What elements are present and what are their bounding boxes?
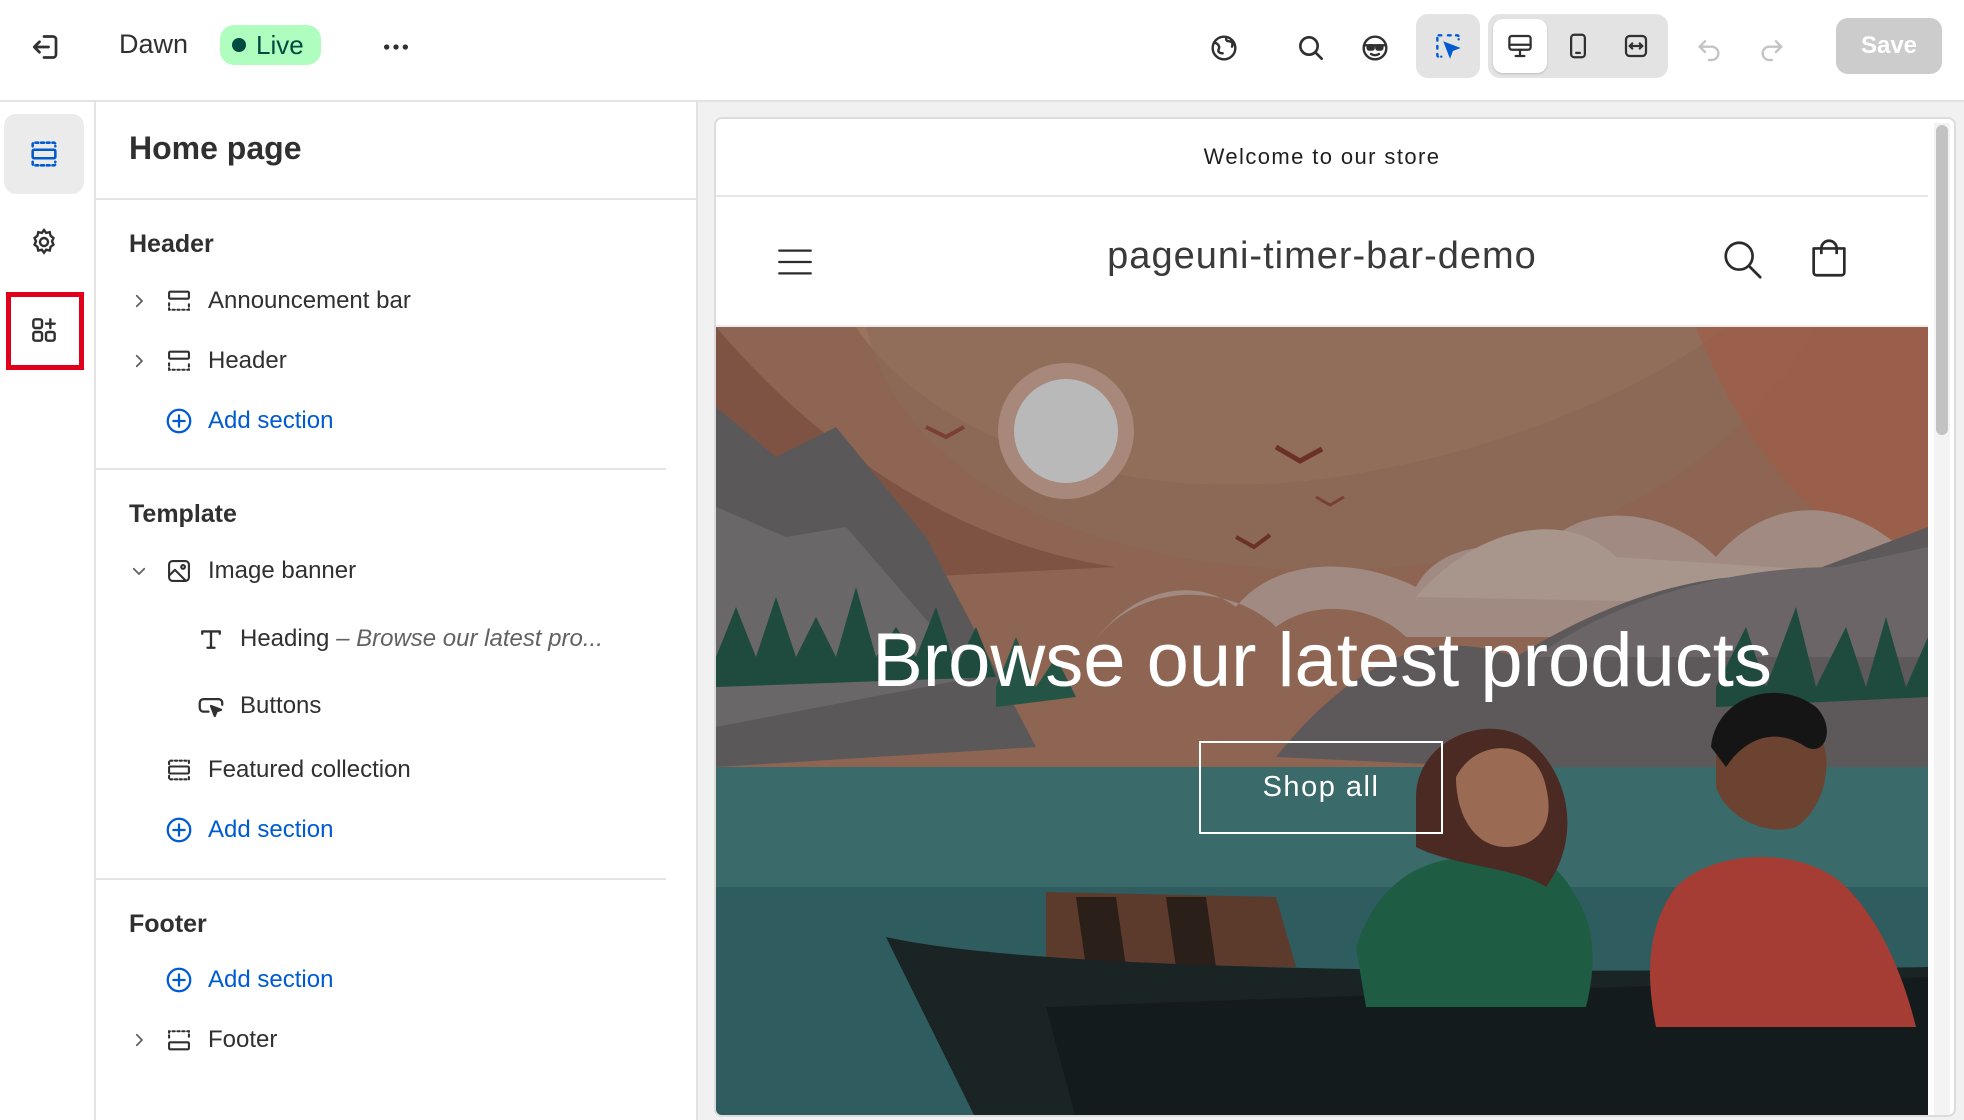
- tree-item-header[interactable]: Header: [96, 334, 676, 388]
- tree-item-announcement-bar[interactable]: Announcement bar: [96, 274, 676, 328]
- exit-icon: [32, 35, 58, 59]
- status-badge: Live: [220, 25, 321, 65]
- redo-icon: [1761, 40, 1783, 62]
- chevron-right-icon[interactable]: [128, 1029, 150, 1051]
- select-cursor-icon: [1436, 34, 1461, 59]
- divider: [96, 468, 666, 470]
- heading-block-preview: – Browse our latest pro...: [336, 625, 603, 652]
- add-section-label: Add section: [208, 407, 334, 434]
- scrollbar-thumb[interactable]: [1936, 125, 1948, 435]
- shop-all-button[interactable]: Shop all: [1199, 741, 1443, 834]
- tree-item-label: Footer: [208, 1026, 278, 1053]
- add-section-template-button[interactable]: Add section: [96, 803, 676, 857]
- chevron-right-icon[interactable]: [128, 350, 150, 372]
- live-dot-icon: [232, 38, 246, 52]
- preview-scrollbar[interactable]: [1934, 123, 1950, 1115]
- tree-item-footer[interactable]: Footer: [96, 1013, 676, 1067]
- exit-button[interactable]: [26, 26, 68, 68]
- sections-panel: Home page Header Announcement bar Header…: [96, 102, 698, 1120]
- image-icon: [164, 556, 194, 586]
- search-icon[interactable]: [1720, 237, 1766, 283]
- sections-icon: [31, 141, 57, 167]
- group-title-template: Template: [129, 500, 237, 528]
- group-title-footer: Footer: [129, 910, 207, 938]
- tree-item-label: Announcement bar: [208, 287, 411, 314]
- announcement-bar[interactable]: Welcome to our store: [716, 119, 1928, 197]
- divider: [96, 198, 698, 200]
- ai-agent-icon: [1362, 35, 1388, 61]
- tree-item-label: Heading – Browse our latest pro...: [240, 625, 603, 653]
- tree-item-image-banner[interactable]: Image banner: [96, 544, 676, 598]
- image-banner[interactable]: Browse our latest products Shop all: [716, 327, 1928, 1115]
- device-toggle-group: [1488, 14, 1668, 78]
- banner-illustration: [716, 327, 1928, 1115]
- theme-settings-rail-button[interactable]: [4, 202, 84, 282]
- more-horizontal-icon: [384, 44, 408, 50]
- desktop-icon: [1508, 34, 1532, 58]
- section-icon: [164, 755, 194, 785]
- search-icon: [1299, 36, 1323, 60]
- divider: [96, 878, 666, 880]
- add-section-label: Add section: [208, 816, 334, 843]
- sidekick-button[interactable]: [1349, 22, 1401, 74]
- tree-item-label: Image banner: [208, 557, 357, 584]
- search-button[interactable]: [1285, 22, 1337, 74]
- undo-button[interactable]: [1683, 22, 1735, 74]
- globe-icon: [1211, 35, 1237, 61]
- storefront-preview[interactable]: Welcome to our store pageuni-timer-bar-d…: [714, 117, 1956, 1117]
- plus-circle-icon: [164, 406, 194, 436]
- tree-item-label: Header: [208, 347, 287, 374]
- button-press-icon: [196, 691, 226, 721]
- language-button[interactable]: [1198, 22, 1250, 74]
- section-icon: [164, 1025, 194, 1055]
- banner-heading[interactable]: Browse our latest products: [716, 617, 1928, 704]
- editor-topbar: Dawn Live Save: [0, 0, 1964, 102]
- full-width-icon: [1624, 34, 1648, 58]
- add-section-label: Add section: [208, 966, 334, 993]
- inspector-toggle-button[interactable]: [1416, 14, 1480, 78]
- plus-circle-icon: [164, 965, 194, 995]
- page-title: Home page: [129, 130, 302, 166]
- redo-button[interactable]: [1746, 22, 1798, 74]
- save-button[interactable]: Save: [1836, 18, 1942, 74]
- tree-item-heading-block[interactable]: Heading – Browse our latest pro...: [96, 612, 676, 666]
- section-icon: [164, 286, 194, 316]
- store-header[interactable]: pageuni-timer-bar-demo: [716, 197, 1928, 327]
- tree-item-buttons-block[interactable]: Buttons: [96, 679, 676, 733]
- plus-circle-icon: [164, 815, 194, 845]
- heading-block-label: Heading: [240, 625, 330, 652]
- add-section-header-button[interactable]: Add section: [96, 394, 676, 448]
- theme-name: Dawn: [119, 29, 189, 59]
- sections-rail-button[interactable]: [4, 114, 84, 194]
- group-title-header: Header: [129, 230, 214, 258]
- editor-rail: [0, 102, 96, 1120]
- status-badge-label: Live: [256, 29, 304, 60]
- chevron-down-icon[interactable]: [128, 560, 150, 582]
- more-actions-button[interactable]: [375, 26, 417, 68]
- mobile-icon: [1570, 33, 1586, 59]
- desktop-view-button[interactable]: [1493, 19, 1547, 73]
- cart-icon[interactable]: [1806, 235, 1852, 281]
- tree-item-label: Buttons: [240, 692, 322, 719]
- undo-icon: [1698, 40, 1720, 62]
- tree-item-featured-collection[interactable]: Featured collection: [96, 743, 676, 797]
- tree-item-label: Featured collection: [208, 756, 411, 783]
- full-width-view-button[interactable]: [1609, 19, 1663, 73]
- text-icon: [196, 624, 226, 654]
- mobile-view-button[interactable]: [1551, 19, 1605, 73]
- gear-icon: [33, 227, 55, 255]
- section-icon: [164, 346, 194, 376]
- highlight-box: [6, 292, 84, 370]
- chevron-right-icon[interactable]: [128, 290, 150, 312]
- add-section-footer-button[interactable]: Add section: [96, 953, 676, 1007]
